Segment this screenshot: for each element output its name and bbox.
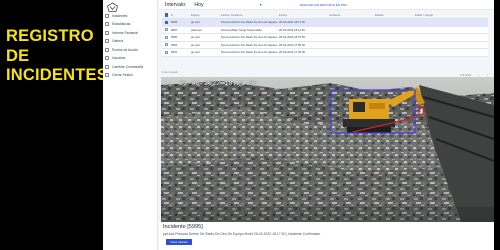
- incident-description: ppt-tool Persona Dentro De Radio De Giro…: [163, 232, 321, 236]
- column-header[interactable]: Editar / Cargar: [415, 13, 488, 17]
- pagination-summary: 1 de 1 result: [162, 70, 178, 74]
- row-equipment: pp-tool: [191, 35, 200, 40]
- photos-button[interactable]: Fotos relación: [166, 239, 192, 245]
- row-id: 5966: [171, 42, 178, 47]
- promo-title-line-3: INCIDENTES: [6, 66, 108, 84]
- report-icon: [105, 30, 109, 35]
- incident-details: Incidente [5995] ppt-tool Persona Dentro…: [159, 222, 494, 250]
- row-equipment: pp-tool: [191, 42, 200, 47]
- row-checkbox[interactable]: [162, 20, 171, 24]
- app-window: Incidentes Estadísticas Informe Semanal …: [103, 0, 494, 250]
- row-equipment: pala-tool: [191, 27, 202, 32]
- incident-title: Incidente [5995]: [163, 224, 203, 230]
- row-checkbox[interactable]: [162, 35, 171, 39]
- sidebar-item-label: Galería: [112, 39, 124, 43]
- promo-title: REGISTRO DE INCIDENTES: [6, 27, 108, 86]
- interval-select[interactable]: Hoy: [194, 2, 203, 8]
- column-header[interactable]: Fecha / Incidente: [221, 13, 279, 17]
- sidebar-item-label: Informe Semanal: [112, 30, 138, 35]
- column-header[interactable]: #: [171, 13, 191, 17]
- column-header[interactable]: Equipo: [191, 13, 221, 17]
- checkbox-icon: [164, 28, 169, 32]
- row-date: 26-03-2022 18:11:46: [279, 27, 305, 32]
- row-description: Persona Dentro De Radio De Giro De Equip…: [221, 35, 278, 40]
- sidebar-item-label: Puntos de Acción: [112, 47, 139, 52]
- column-header[interactable]: Fecha: [279, 13, 329, 17]
- promo-title-line-2: DE: [6, 46, 30, 65]
- checkbox-icon: [164, 13, 169, 17]
- incident-video-frame[interactable]: 26-03-2022 18:21:05: [161, 77, 494, 222]
- row-description: Persona Bajo Carga Suspendida: [221, 27, 262, 32]
- screen: REGISTRO DE INCIDENTES Incidentes Estadí…: [0, 0, 500, 250]
- row-description: Persona Dentro De Radio De Giro De Equip…: [221, 50, 278, 55]
- select-all-checkbox[interactable]: [162, 13, 171, 17]
- top-bar: Intervalo: Hoy ▾ DESCARGAR REPORTE EN PD…: [159, 0, 494, 10]
- row-id: 5980: [171, 35, 178, 40]
- sidebar: Incidentes Estadísticas Informe Semanal …: [103, 0, 158, 250]
- table-row[interactable]: 5995 pp-tool Persona Dentro De Radio De …: [162, 19, 488, 27]
- row-date: 26-03-2022 18:07:55: [279, 35, 305, 40]
- row-id: 5987: [171, 27, 178, 32]
- row-checkbox[interactable]: [162, 43, 171, 47]
- chart-icon: [105, 22, 109, 26]
- sidebar-item-label: Estadísticas: [112, 22, 131, 26]
- row-checkbox[interactable]: [162, 28, 171, 32]
- checkbox-icon: [164, 35, 169, 39]
- key-icon: [105, 64, 109, 69]
- row-date: 26-03-2022 17:46:09: [279, 50, 305, 55]
- incidents-icon: [105, 13, 109, 18]
- table-row[interactable]: 5987 pala-tool Persona Bajo Carga Suspen…: [162, 26, 488, 34]
- table-row[interactable]: 5951 pp-tool Persona Dentro De Radio De …: [162, 49, 488, 57]
- video-timestamp: 26-03-2022 18:21:05: [179, 80, 258, 87]
- scrap-yard-scene: [161, 77, 494, 222]
- row-checkbox[interactable]: [162, 50, 171, 54]
- users-icon: [105, 56, 109, 60]
- sidebar-item-label: Usuarios: [112, 56, 126, 60]
- row-description: Persona Dentro De Radio De Giro De Equip…: [221, 20, 278, 25]
- right-margin: [494, 0, 500, 250]
- column-header[interactable]: Incidente: [329, 13, 375, 17]
- interval-label: Intervalo:: [165, 1, 187, 8]
- checkbox-icon: [164, 43, 169, 47]
- sidebar-item-label: Cerrar Sesión: [112, 73, 133, 77]
- row-equipment: pp-tool: [191, 20, 200, 25]
- row-description: Persona Dentro De Radio De Giro De Equip…: [221, 42, 278, 47]
- gallery-icon: [105, 39, 109, 43]
- sidebar-item-cerrar-sesion[interactable]: Cerrar Sesión: [105, 71, 133, 80]
- column-header[interactable]: Estado: [375, 13, 415, 17]
- chevron-down-icon[interactable]: ▾: [260, 2, 262, 7]
- row-id: 5951: [171, 50, 178, 55]
- checkbox-icon: [164, 50, 169, 54]
- table-row[interactable]: 5966 pp-tool Persona Dentro De Radio De …: [162, 41, 488, 49]
- download-report-link[interactable]: DESCARGAR REPORTE EN PDF: [300, 3, 348, 7]
- incidents-table: # Equipo Fecha / Incidente Fecha Inciden…: [162, 12, 488, 57]
- sidebar-item-label: Incidentes: [112, 13, 128, 18]
- table-pagination: 1 de 1 result 1-5 of 12 ‹ ›: [162, 69, 488, 77]
- table-row[interactable]: 5980 pp-tool Persona Dentro De Radio De …: [162, 34, 488, 42]
- checkbox-icon: [164, 20, 169, 24]
- row-id: 5995: [171, 20, 178, 25]
- row-date: 26-03-2022 17:58:20: [279, 42, 305, 47]
- row-equipment: pp-tool: [191, 50, 200, 55]
- row-date: 26-03-2022 18:17:30: [279, 20, 305, 25]
- table-header: # Equipo Fecha / Incidente Fecha Inciden…: [162, 12, 488, 19]
- action-points-icon: [105, 47, 109, 52]
- logout-icon: [105, 73, 109, 77]
- promo-title-line-1: REGISTRO: [6, 27, 94, 45]
- sidebar-item-label: Cambiar Contraseña: [112, 64, 144, 69]
